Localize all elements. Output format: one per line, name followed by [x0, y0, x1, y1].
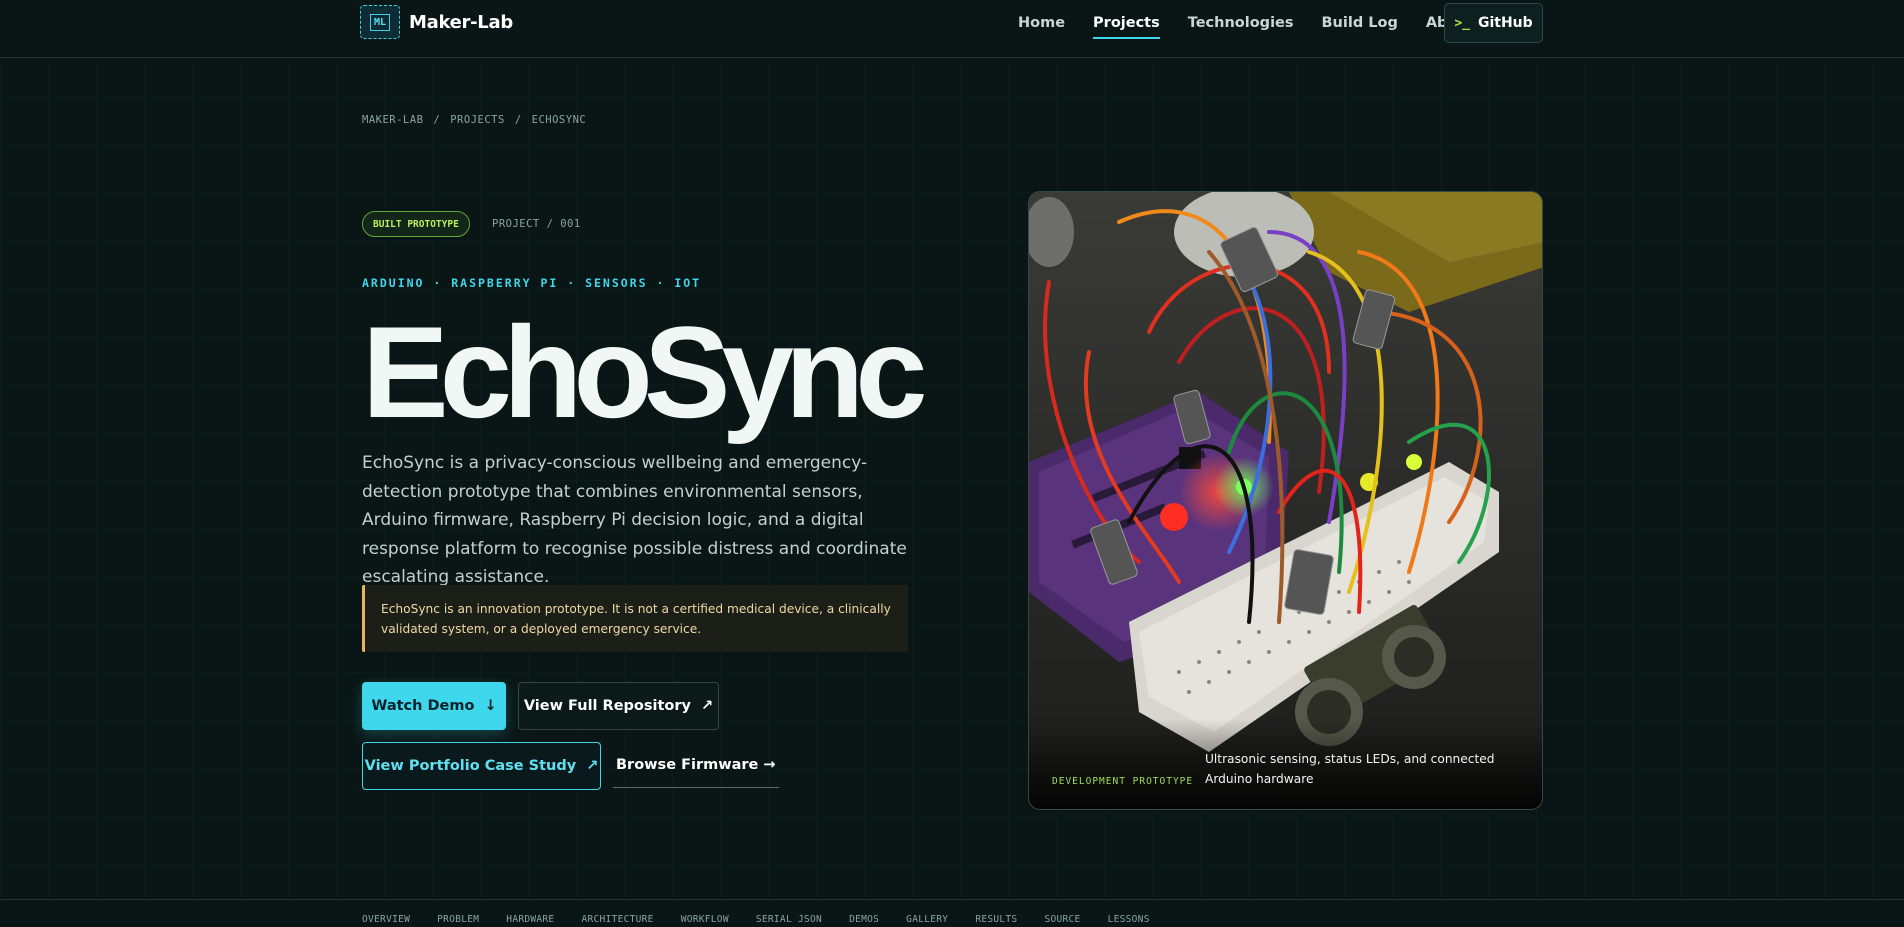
nav-item-projects[interactable]: Projects	[1093, 15, 1160, 39]
section-link-hardware[interactable]: HARDWARE	[506, 914, 554, 925]
section-link-source[interactable]: SOURCE	[1044, 914, 1080, 925]
watch-demo-label: Watch Demo	[371, 698, 475, 714]
section-link-serial-json[interactable]: SERIAL JSON	[756, 914, 822, 925]
section-link-results[interactable]: RESULTS	[975, 914, 1017, 925]
breadcrumb: MAKER-LAB / PROJECTS / ECHOSYNC	[362, 114, 586, 126]
external-link-icon: ↗	[586, 758, 599, 774]
github-button-label: GitHub	[1477, 15, 1533, 31]
section-link-gallery[interactable]: GALLERY	[906, 914, 948, 925]
section-link-workflow[interactable]: WORKFLOW	[681, 914, 729, 925]
disclaimer-notice: EchoSync is an innovation prototype. It …	[362, 585, 908, 652]
arduino-breadboard-illustration	[1029, 192, 1542, 809]
section-nav: OVERVIEW PROBLEM HARDWARE ARCHITECTURE W…	[0, 899, 1904, 927]
view-repository-button[interactable]: View Full Repository ↗	[518, 682, 719, 730]
project-description: EchoSync is a privacy-conscious wellbein…	[362, 453, 907, 587]
tech-tags: ARDUINO · RASPBERRY PI · SENSORS · IOT	[362, 276, 702, 290]
photo-tag: DEVELOPMENT PROTOTYPE	[1052, 776, 1194, 787]
photo-caption: Ultrasonic sensing, status LEDs, and con…	[1205, 752, 1495, 786]
breadcrumb-separator: /	[514, 114, 522, 126]
section-link-demos[interactable]: DEMOS	[849, 914, 879, 925]
view-case-study-button[interactable]: View Portfolio Case Study ↗	[362, 742, 601, 790]
breadcrumb-projects[interactable]: PROJECTS	[450, 114, 505, 126]
browse-firmware-link[interactable]: Browse Firmware →	[613, 742, 779, 788]
view-case-study-label: View Portfolio Case Study	[364, 758, 577, 774]
terminal-prompt-icon: >_	[1454, 15, 1470, 31]
github-button[interactable]: >_ GitHub	[1444, 3, 1543, 43]
watch-demo-button[interactable]: Watch Demo ↓	[362, 682, 506, 730]
arrow-down-icon: ↓	[484, 698, 497, 714]
nav-item-home[interactable]: Home	[1018, 15, 1065, 31]
section-link-lessons[interactable]: LESSONS	[1108, 914, 1150, 925]
nav-item-technologies[interactable]: Technologies	[1188, 15, 1294, 31]
status-badge: BUILT PROTOTYPE	[362, 211, 470, 237]
nav-item-build-log[interactable]: Build Log	[1322, 15, 1398, 31]
prototype-photo: DEVELOPMENT PROTOTYPE Ultrasonic sensing…	[1028, 191, 1543, 810]
breadcrumb-separator: /	[433, 114, 441, 126]
section-link-architecture[interactable]: ARCHITECTURE	[581, 914, 653, 925]
site-logo[interactable]: ML Maker-Lab	[360, 5, 513, 39]
top-navigation-bar: ML Maker-Lab Home Projects Technologies …	[0, 0, 1904, 58]
external-link-icon: ↗	[701, 698, 714, 714]
section-link-problem[interactable]: PROBLEM	[437, 914, 479, 925]
view-repository-label: View Full Repository	[523, 698, 691, 714]
logo-mark-text: ML	[369, 13, 391, 31]
main-nav: Home Projects Technologies Build Log Abo…	[1018, 0, 1475, 46]
breadcrumb-current: ECHOSYNC	[531, 114, 587, 126]
logo-text: Maker-Lab	[409, 11, 513, 33]
page-title: EchoSync	[362, 299, 928, 445]
breadcrumb-maker-lab[interactable]: MAKER-LAB	[362, 114, 423, 126]
project-number: PROJECT / 001	[492, 218, 581, 230]
logo-mark-icon: ML	[360, 5, 400, 39]
section-link-overview[interactable]: OVERVIEW	[362, 914, 410, 925]
